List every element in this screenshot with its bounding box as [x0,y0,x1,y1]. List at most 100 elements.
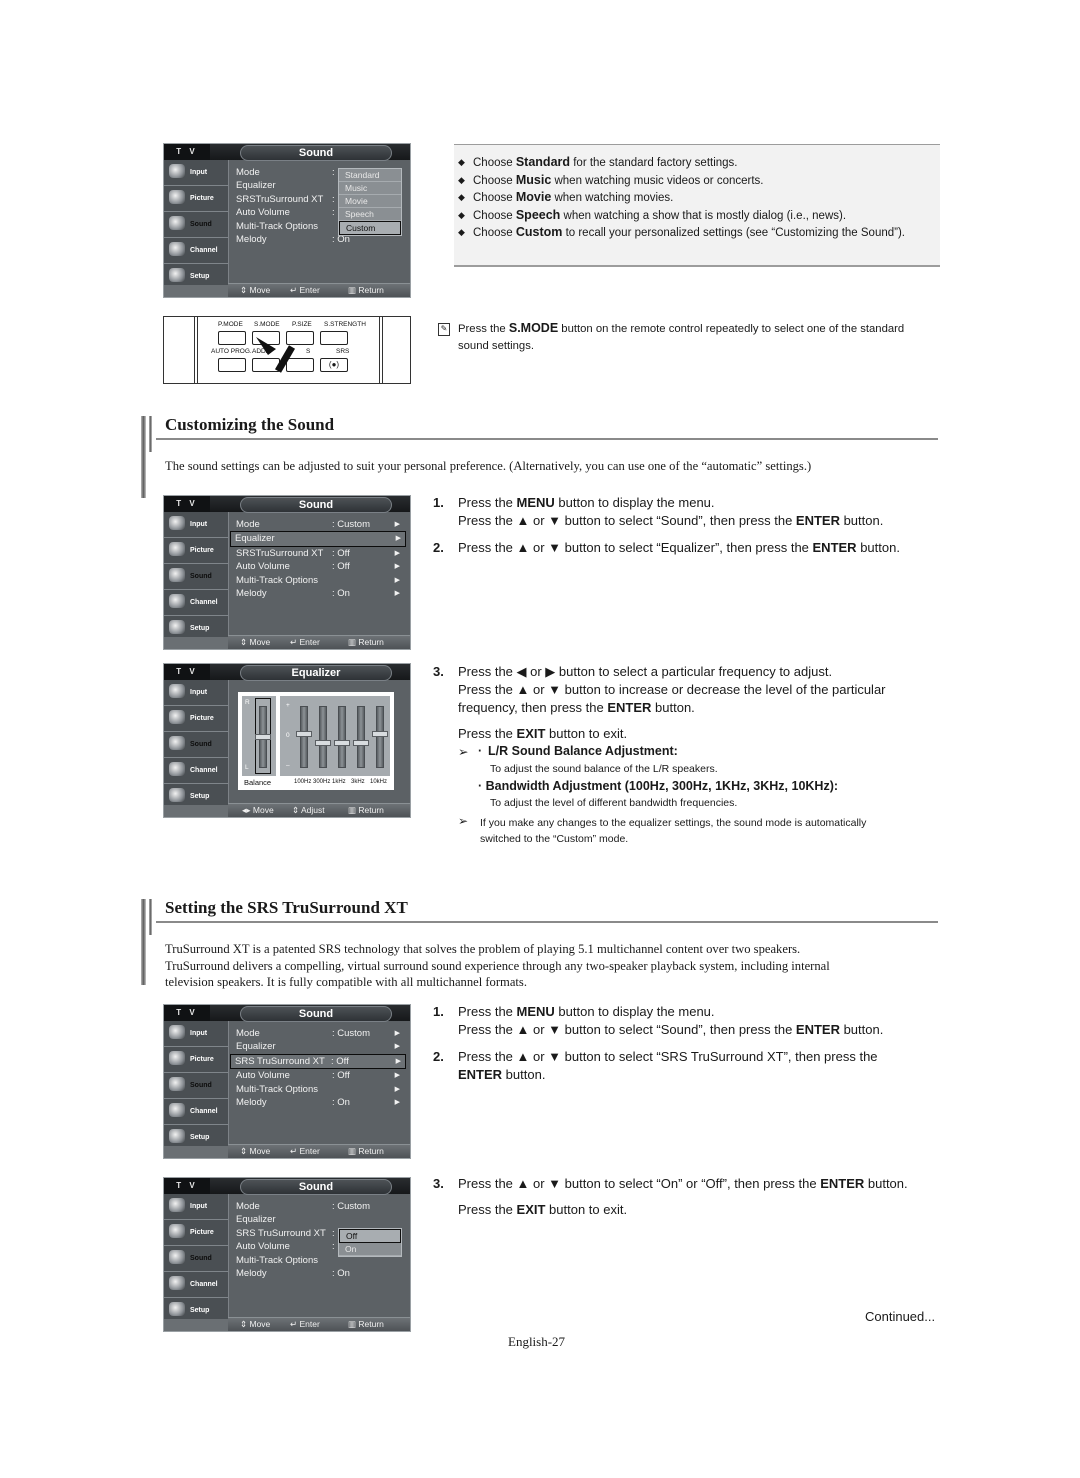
dropdown-option[interactable]: Movie [339,195,401,208]
dropdown-option[interactable]: Standard [339,169,401,182]
arrow-note-icon: ➢ [458,814,469,828]
menu-row[interactable]: Auto Volume: Off ▶ [232,560,404,573]
tv-label: T V [164,144,210,160]
sidebar-item-sound[interactable]: Sound [164,212,228,238]
step-text: Press the ▲ or ▼ button to select “Sound… [458,513,884,528]
value-dropdown[interactable]: Standard Music Movie Speech Custom [338,168,402,236]
plus-label: + [286,702,290,709]
dropdown-option[interactable]: On [339,1243,401,1256]
balance-l-label: L [245,764,249,771]
balance-r-label: R [245,699,250,706]
menu-row-label: Multi-Track Options [236,220,318,232]
custom-note-line: switched to the “Custom” mode. [480,833,629,845]
sidebar-item-channel[interactable]: Channel [164,1099,228,1125]
band-knob-1kHz[interactable] [334,740,350,746]
menu-row[interactable]: Melody: On ▶ [232,1096,404,1109]
footer-move: ⇕ Move [240,1319,271,1329]
input-icon [169,516,185,530]
remote-button[interactable]: (●) [320,358,348,372]
sidebar-item-input[interactable]: Input [164,160,228,186]
dropdown-option[interactable]: Music [339,182,401,195]
balance-knob[interactable] [255,734,271,740]
input-icon [169,684,185,698]
menu-row[interactable]: Melody: On [232,1267,404,1280]
menu-row[interactable]: SRSTruSurround XT: Off ▶ [232,547,404,560]
menu-row-label: Auto Volume [236,1241,290,1253]
sidebar-item-sound[interactable]: Sound [164,1246,228,1272]
sound-icon [169,1077,185,1091]
sidebar-item-label: Channel [190,599,218,606]
sidebar-item-label: Setup [190,273,210,280]
remote-label: P.SIZE [292,321,312,328]
footer-move: ⇕ Move [240,1146,271,1156]
sidebar-item-channel[interactable]: Channel [164,758,228,784]
band-knob-3kHz[interactable] [353,740,369,746]
sidebar-item-channel[interactable]: Channel [164,590,228,616]
dropdown-option[interactable]: Custom [339,221,401,235]
bandwidth-title: Bandwidth Adjustment (100Hz, 300Hz, 1KHz… [485,779,839,793]
section-bar [141,899,146,985]
remote-button-pmode[interactable] [218,331,246,345]
value-dropdown[interactable]: Off On [338,1228,402,1257]
channel-icon [169,242,185,256]
chevron-right-icon: ▶ [394,589,400,597]
equalizer-display: R L +0– Balance 100Hz 300Hz 1kHz 3kHz 10kHz [238,692,394,790]
exit-text: Press the EXIT button to exit. [458,726,628,741]
remote-button-sstrength[interactable] [320,331,348,345]
band-knob-100Hz[interactable] [296,731,312,737]
osd-sidebar: Input Picture Sound Channel Setup [164,512,229,642]
sidebar-item-picture[interactable]: Picture [164,186,228,212]
band-knob-10kHz[interactable] [372,731,388,737]
picture-icon [169,542,185,556]
input-icon [169,164,185,178]
menu-row[interactable]: SRS TruSurround XT: Off ▶ [230,1053,406,1070]
sidebar-item-sound[interactable]: Sound [164,1073,228,1099]
menu-row-value: : Off [331,1055,349,1067]
menu-row[interactable]: Multi-Track Options ▶ [232,1083,404,1096]
menu-row[interactable]: Melody: On ▶ [232,587,404,600]
sidebar-item-input[interactable]: Input [164,512,228,538]
sidebar-item-picture[interactable]: Picture [164,706,228,732]
menu-row[interactable]: Equalizer ▶ [230,531,406,547]
sidebar-item-picture[interactable]: Picture [164,538,228,564]
diamond-bullet-icon: ◆ [458,227,465,237]
band-knob-300Hz[interactable] [315,740,331,746]
band-label: 1kHz [332,779,346,785]
chevron-right-icon: ▶ [394,1072,400,1080]
chevron-right-icon: ▶ [394,521,400,528]
band-label: 10kHz [370,779,388,785]
menu-row[interactable]: Multi-Track Options ▶ [232,574,404,587]
mode-bullet: ◆ Choose Custom to recall your personaliz… [458,225,905,239]
sidebar-item-input[interactable]: Input [164,1021,228,1047]
sidebar-item-input[interactable]: Input [164,680,228,706]
dropdown-option[interactable]: Off [339,1229,401,1243]
sidebar-item-picture[interactable]: Picture [164,1220,228,1246]
sidebar-item-channel[interactable]: Channel [164,1272,228,1298]
remote-button[interactable] [218,358,246,372]
menu-row[interactable]: Mode: Custom ▶ [232,1027,404,1040]
menu-row-value: : Off [332,547,350,559]
footer-enter: ↵ Enter [290,1146,320,1156]
mode-bullet: ◆ Choose Movie when watching movies. [458,190,674,204]
menu-row[interactable]: Mode: Custom ▶ [232,518,404,531]
step-text: Press the EXIT button to exit. [458,1202,628,1217]
note-icon: ✎ [438,323,450,336]
sidebar-item-sound[interactable]: Sound [164,732,228,758]
menu-row[interactable]: Auto Volume: Off ▶ [232,1069,404,1082]
sidebar-item-sound[interactable]: Sound [164,564,228,590]
menu-row[interactable]: Mode: Custom [232,1200,404,1213]
band-track [357,706,365,768]
menu-row[interactable]: Equalizer ▶ [232,1040,404,1053]
input-icon [169,1198,185,1212]
chevron-right-icon: ▶ [394,1098,400,1106]
menu-row[interactable]: Equalizer [232,1213,404,1226]
osd-title: Sound [240,145,392,161]
minus-label: – [286,762,290,769]
step-number: 1. [433,1004,444,1019]
osd-footer: ⇕ Move ↵ Enter ▥ Return [228,283,410,297]
step-text: Press the MENU button to display the men… [458,495,715,510]
dropdown-option[interactable]: Speech [339,208,401,221]
sidebar-item-input[interactable]: Input [164,1194,228,1220]
sidebar-item-picture[interactable]: Picture [164,1047,228,1073]
sidebar-item-channel[interactable]: Channel [164,238,228,264]
